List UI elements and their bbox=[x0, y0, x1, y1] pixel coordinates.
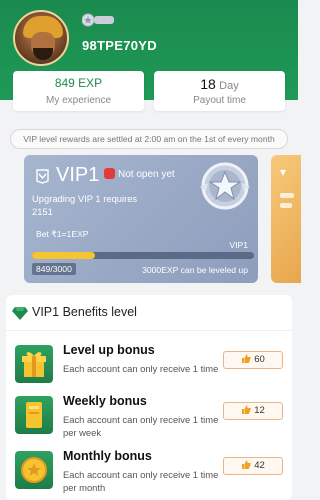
user-id: 98TPE70YD bbox=[82, 38, 157, 53]
coin-icon bbox=[242, 460, 252, 469]
benefit-item-weekly: Weekly bonus Each account can only recei… bbox=[13, 394, 285, 438]
benefit-desc: Each account can only receive 1 time per… bbox=[63, 414, 219, 438]
settlement-notice: VIP level rewards are settled at 2:00 am… bbox=[10, 129, 288, 149]
vip-progress-hint: 3000EXP can be leveled up bbox=[142, 265, 248, 275]
benefit-reward-button[interactable]: 42 bbox=[223, 457, 283, 475]
bet-rate: Bet ₹1=1EXP bbox=[36, 229, 89, 239]
diamond-icon bbox=[12, 307, 28, 320]
avatar[interactable] bbox=[13, 10, 69, 66]
benefit-item-level-up: Level up bonus Each account can only rec… bbox=[13, 343, 285, 387]
vip-level-title: VIP1 bbox=[56, 164, 100, 186]
experience-label: My experience bbox=[45, 95, 112, 106]
coupon-icon bbox=[15, 396, 53, 434]
payout-days: 18 bbox=[200, 76, 216, 92]
vip-requirement-text: Upgrading VIP 1 requires bbox=[32, 193, 138, 204]
benefit-reward-value: 42 bbox=[254, 460, 265, 471]
benefit-reward-value: 12 bbox=[254, 405, 265, 416]
benefit-item-monthly: Monthly bonus Each account can only rece… bbox=[13, 449, 285, 493]
gift-icon bbox=[15, 345, 53, 383]
benefit-title: Weekly bonus bbox=[63, 394, 147, 408]
benefit-reward-value: 60 bbox=[254, 354, 265, 365]
vip-requirement-value: 2151 bbox=[32, 206, 53, 217]
next-vip-card[interactable]: ▾ bbox=[271, 155, 301, 283]
benefits-panel: VIP1 Benefits level Level up bonus Each … bbox=[6, 295, 292, 500]
next-level-label: VIP1 bbox=[229, 240, 248, 250]
vip-badge-icon bbox=[82, 13, 114, 27]
benefit-title: Level up bonus bbox=[63, 343, 155, 357]
coin-icon bbox=[242, 405, 252, 414]
payout-unit: Day bbox=[219, 80, 239, 92]
benefit-reward-button[interactable]: 12 bbox=[223, 402, 283, 420]
benefits-title: VIP1 Benefits level bbox=[32, 305, 137, 319]
vip-progress-count: 849/3000 bbox=[32, 263, 76, 275]
star-badge-icon bbox=[200, 162, 250, 210]
divider bbox=[6, 330, 292, 331]
coin-icon bbox=[242, 354, 252, 363]
experience-value: 849 EXP bbox=[54, 76, 103, 90]
next-vip-icon: ▾ bbox=[280, 165, 287, 179]
vip-progress-bar bbox=[32, 252, 254, 259]
coin-icon bbox=[15, 451, 53, 489]
vip-status-text: Not open yet bbox=[118, 169, 175, 180]
benefit-desc: Each account can only receive 1 time per… bbox=[63, 469, 219, 493]
benefit-title: Monthly bonus bbox=[63, 449, 152, 463]
payout-value: 18 Day bbox=[154, 76, 285, 92]
benefit-desc: Each account can only receive 1 time bbox=[63, 363, 219, 374]
vip-level-card[interactable]: VIP1 Not open yet Upgrading VIP 1 requir… bbox=[24, 155, 258, 283]
payout-card: 18 Day Payout time bbox=[154, 71, 285, 111]
benefits-header: VIP1 Benefits level bbox=[12, 305, 137, 320]
benefit-reward-button[interactable]: 60 bbox=[223, 351, 283, 369]
status-icon bbox=[104, 168, 115, 179]
vip-level-icon bbox=[36, 169, 49, 184]
vip-status: Not open yet bbox=[104, 168, 175, 180]
experience-card: 849 EXP My experience bbox=[13, 71, 144, 111]
payout-label: Payout time bbox=[193, 95, 246, 106]
vip-progress-fill bbox=[32, 252, 95, 259]
